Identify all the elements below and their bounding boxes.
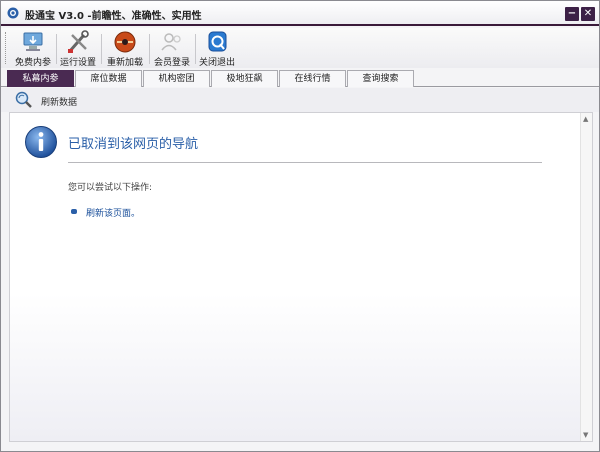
reload-button[interactable]: 重新加载 [103,30,147,68]
toolbar-grip [5,32,7,64]
exit-icon [208,31,227,52]
close-window-button[interactable]: ✕ [581,7,595,21]
toolbar-label: 免费内参 [14,58,51,68]
app-logo-icon [7,7,19,19]
vertical-scrollbar[interactable]: ▲ ▼ [580,113,592,441]
app-window: 股通宝 V3.0 -前瞻性、准确性、实用性 − ✕ 免费内参 运行设置 重新加载… [0,0,600,452]
reload-disc-icon [114,31,136,53]
exit-button[interactable]: 关闭退出 [197,30,237,68]
toolbar-separator [149,34,150,64]
toolbar-label: 重新加载 [106,58,143,68]
refresh-page-link[interactable]: 刷新该页面。 [86,206,140,219]
free-reference-button[interactable]: 免费内参 [11,30,55,68]
toolbar-separator [195,34,196,64]
toolbar-separator [56,34,57,64]
tab-private-reference[interactable]: 私幕内参 [7,70,74,87]
toolbar-label: 运行设置 [59,58,96,68]
member-login-button[interactable]: 会员登录 [151,30,193,68]
toolbar: 免费内参 运行设置 重新加载 会员登录 关闭退出 [1,28,599,68]
tab-query-search[interactable]: 查询搜索 [347,70,414,87]
minimize-button[interactable]: − [565,7,579,21]
toolbar-separator [101,34,102,64]
scroll-up-icon[interactable]: ▲ [583,115,588,123]
content-divider [68,162,542,163]
user-login-icon [161,33,181,51]
scroll-down-icon[interactable]: ▼ [583,431,588,439]
toolbar-label: 会员登录 [153,58,190,68]
toolbar-label: 关闭退出 [198,58,235,68]
refresh-bar: 刷新数据 [1,88,599,112]
tab-bar: 私幕内参 席位数据 机构密团 极地狂飙 在线行情 查询搜索 [1,69,599,87]
computer-download-icon [23,32,43,51]
tab-seat-data[interactable]: 席位数据 [75,70,142,87]
browser-content: 已取消到该网页的导航 您可以尝试以下操作: 刷新该页面。 ▲ ▼ [9,112,593,442]
info-icon [25,126,57,158]
tab-online-quotes[interactable]: 在线行情 [279,70,346,87]
tab-polar-surge[interactable]: 极地狂飙 [211,70,278,87]
magnifier-refresh-icon[interactable] [15,91,33,109]
tab-institution-group[interactable]: 机构密团 [143,70,210,87]
tools-icon [68,30,89,53]
window-title: 股通宝 V3.0 -前瞻性、准确性、实用性 [25,11,202,22]
title-bar: 股通宝 V3.0 -前瞻性、准确性、实用性 − ✕ [1,1,599,26]
suggestion-text: 您可以尝试以下操作: [68,183,153,193]
refresh-data-link[interactable]: 刷新数据 [41,95,77,108]
run-settings-button[interactable]: 运行设置 [58,30,98,68]
navigation-canceled-title: 已取消到该网页的导航 [68,137,199,152]
bullet-icon [71,209,77,214]
